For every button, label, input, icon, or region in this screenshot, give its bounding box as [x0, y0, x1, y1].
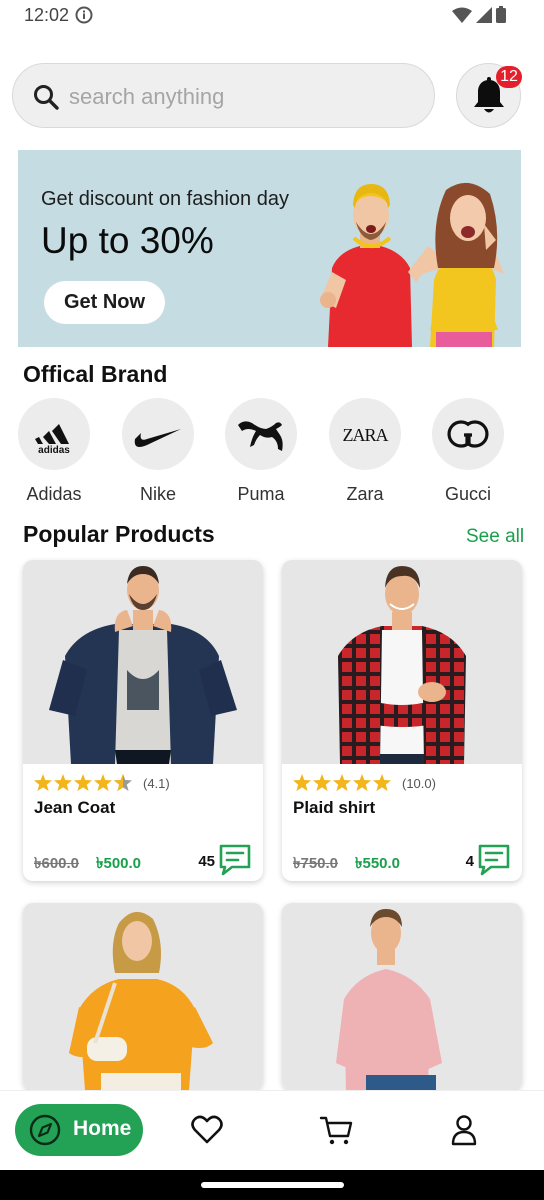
new-price: ৳500.0	[96, 855, 142, 872]
review-chat-icon[interactable]	[477, 843, 511, 877]
rating-value: (4.1)	[143, 775, 170, 791]
new-price: ৳550.0	[355, 855, 401, 872]
nav-home-label: Home	[73, 1117, 132, 1140]
plaid-shirt-model-image	[338, 566, 466, 764]
get-now-button[interactable]: Get Now	[44, 281, 165, 324]
status-time: 12:02	[24, 5, 70, 25]
review-chat-icon[interactable]	[218, 843, 252, 877]
popular-section-title: Popular Products	[23, 521, 215, 547]
notification-badge: 12	[496, 66, 522, 88]
home-indicator[interactable]	[201, 1182, 344, 1188]
banner-title: Up to 30%	[41, 220, 214, 261]
brand-label: Adidas	[26, 484, 82, 504]
brand-adidas[interactable]: adidas Adidas	[8, 398, 98, 508]
jean-coat-model-image	[49, 566, 237, 764]
product-card-pink-sweater[interactable]	[282, 903, 522, 1090]
brand-zara-circle: ZARA	[329, 398, 401, 470]
product-card-plaid-shirt[interactable]: (10.0) Plaid shirt ৳750.0 ৳550.0 4	[282, 560, 522, 881]
brand-nike-circle	[122, 398, 194, 470]
product-name: Jean Coat	[34, 798, 116, 817]
bottom-navigation: Home	[0, 1090, 544, 1170]
svg-text:adidas: adidas	[38, 445, 70, 456]
review-count: 4	[465, 853, 474, 870]
cart-icon[interactable]	[319, 1113, 353, 1147]
brand-gucci-circle	[432, 398, 504, 470]
brands-section-title: Offical Brand	[23, 361, 168, 387]
brand-puma-circle	[225, 398, 297, 470]
battery-icon	[496, 6, 506, 23]
product-card-jean-coat[interactable]: (4.1) Jean Coat ৳600.0 ৳500.0 45	[23, 560, 263, 881]
brand-label: Nike	[139, 484, 176, 504]
product-image	[282, 903, 522, 1090]
review-count: 45	[198, 853, 215, 870]
search-icon	[34, 85, 59, 110]
profile-icon[interactable]	[447, 1113, 481, 1147]
product-image	[282, 560, 522, 764]
heart-icon[interactable]	[190, 1113, 224, 1147]
see-all-link[interactable]: See all	[466, 526, 524, 548]
brand-label: Puma	[237, 484, 285, 504]
old-price: ৳600.0	[34, 855, 80, 872]
product-card-yellow-sweater[interactable]	[23, 903, 263, 1090]
rating-stars: (10.0)	[293, 774, 436, 792]
search-input[interactable]	[69, 80, 409, 114]
product-image	[23, 903, 263, 1090]
puma-logo-icon	[238, 421, 283, 451]
brand-label: Zara	[346, 484, 384, 504]
brand-zara[interactable]: ZARA Zara	[319, 398, 409, 508]
star-rating-icon	[293, 774, 391, 791]
banner-models-image	[320, 182, 504, 347]
star-rating-icon	[34, 774, 132, 791]
brand-adidas-circle: adidas	[18, 398, 90, 470]
brand-label: Gucci	[444, 484, 491, 504]
old-price: ৳750.0	[293, 855, 339, 872]
svg-text:ZARA: ZARA	[343, 425, 389, 445]
status-bar: 12:02	[0, 0, 544, 34]
compass-icon	[29, 1114, 61, 1146]
brand-nike[interactable]: Nike	[112, 398, 202, 508]
signal-icon	[476, 6, 492, 23]
wifi-icon	[452, 7, 472, 23]
pink-sweater-model-image	[336, 909, 442, 1090]
status-indicators	[452, 6, 506, 23]
nav-home-button[interactable]: Home	[15, 1104, 143, 1156]
notification-button[interactable]: 12	[456, 63, 522, 128]
promo-banner[interactable]: Get discount on fashion day Up to 30% Ge…	[18, 150, 521, 347]
rating-value: (10.0)	[402, 775, 436, 791]
banner-subtitle: Get discount on fashion day	[41, 188, 289, 210]
system-navigation-bar	[0, 1170, 544, 1200]
brand-gucci[interactable]: Gucci	[422, 398, 512, 508]
rating-stars: (4.1)	[34, 774, 170, 792]
zara-logo-icon: ZARA	[343, 425, 390, 445]
nike-logo-icon	[134, 429, 181, 447]
product-image	[23, 560, 263, 764]
yellow-sweater-model-image	[69, 911, 213, 1090]
product-name: Plaid shirt	[293, 798, 376, 817]
adidas-logo-icon: adidas	[35, 424, 70, 456]
gucci-logo-icon	[447, 420, 489, 448]
brand-puma[interactable]: Puma	[215, 398, 305, 508]
search-bar[interactable]	[12, 63, 435, 128]
info-icon	[75, 6, 93, 24]
